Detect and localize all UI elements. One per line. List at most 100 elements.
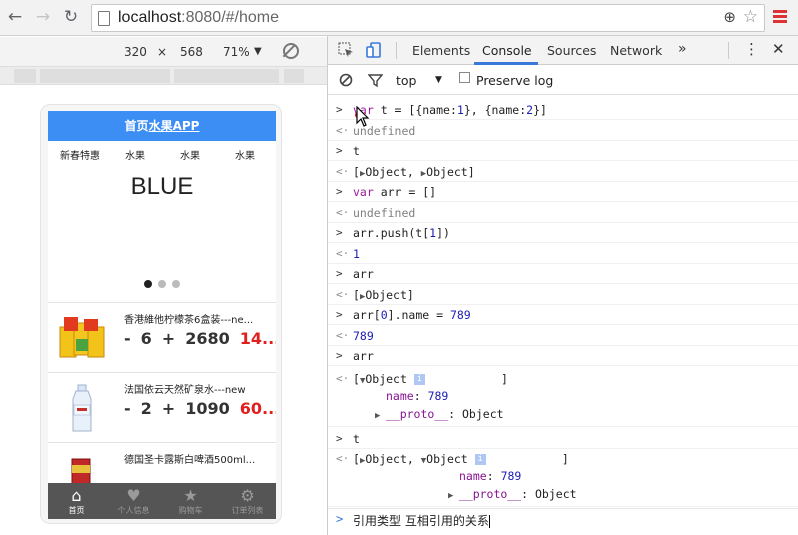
carousel-dot[interactable] [158,280,166,288]
decrement-button[interactable]: - [124,329,131,348]
device-toolbar: 320 × 568 71% ▼ [0,37,327,67]
category-item[interactable]: 水果 [180,147,200,162]
header-app-link[interactable]: 水果APP [149,119,200,133]
browser-toolbar: ← → ↻ localhost:8080/#/home ⊕ ☆ [0,0,798,36]
tab-label: 首页 [68,506,85,515]
prompt-chevron-icon: > [336,226,343,239]
proto-property[interactable]: ▶ __proto__: Object [375,407,504,421]
preserve-log-checkbox[interactable] [459,72,470,83]
banner-carousel[interactable]: BLUE [48,163,276,303]
mouse-cursor-icon [356,106,370,127]
proto-property[interactable]: ▶ __proto__: Object [448,487,577,501]
tab-profile[interactable]: ♥ 个人信息 [105,483,162,519]
prompt-chevron-icon: > [336,103,343,116]
url-text[interactable]: localhost:8080/#/home [118,9,279,27]
object-property: name: 789 [386,389,449,403]
device-mode-icon[interactable] [366,42,382,58]
product-item[interactable]: 香港維他柠檬茶6盒装---ne... -6 +2680 14... [48,303,276,373]
prompt-chevron-icon: > [336,308,343,321]
console-output-line: <· [▶Object] [328,285,798,305]
category-item[interactable]: 水果 [235,147,255,162]
filter-icon[interactable] [368,73,383,88]
quantity-stepper: -2 +1090 60... [124,399,276,418]
zoom-caret-icon[interactable]: ▼ [254,46,262,57]
console-output: > var t = [{name:1}, {name:2}] <· undefined… [328,96,798,535]
home-icon: ⌂ [71,486,82,505]
console-text[interactable]: arr [353,267,374,281]
console-text[interactable]: arr.push(t[1]) [353,226,450,240]
console-text[interactable]: var arr = [] [353,185,436,199]
category-item[interactable]: 水果 [125,147,145,162]
zoom-icon[interactable]: ⊕ [723,8,736,26]
console-text[interactable]: [▼Object i ] [353,372,508,386]
console-text[interactable]: [▶Object] [353,288,414,302]
page-icon [98,11,110,26]
prompt-chevron-icon: > [336,512,344,526]
carousel-dot[interactable] [144,280,152,288]
app-header: 首页水果APP [48,111,276,141]
tab-orders[interactable]: ⚙ 订单列表 [219,483,276,519]
device-height[interactable]: 568 [180,45,203,59]
output-gutter-icon: <· [336,452,350,465]
output-gutter-icon: <· [336,205,350,219]
console-text[interactable]: t [353,432,360,446]
console-input[interactable]: 引用类型 互相引用的关系 [353,512,490,529]
console-text[interactable]: undefined [353,206,415,220]
tab-network[interactable]: Network [610,43,662,58]
console-text[interactable]: arr [353,349,374,363]
preserve-log-label: Preserve log [476,73,554,88]
tab-home[interactable]: ⌂ 首页 [48,483,105,519]
reload-icon[interactable]: ↻ [60,6,82,28]
tab-console[interactable]: Console [482,43,532,58]
console-text[interactable]: t [353,144,360,158]
context-select[interactable]: top [396,73,416,88]
more-tabs-icon[interactable]: » [678,41,687,57]
tab-elements[interactable]: Elements [412,43,470,58]
object-property: name: 789 [459,469,522,483]
prompt-chevron-icon: > [336,349,343,362]
kebab-menu-icon[interactable]: ⋮ [744,40,759,58]
device-width[interactable]: 320 [124,45,147,59]
console-text[interactable]: [▶Object, ▼Object i ] [353,452,569,466]
url-path: :8080/#/home [181,9,280,26]
inspect-element-icon[interactable] [338,42,354,58]
app-tab-bar: ⌂ 首页 ♥ 个人信息 ★ 购物车 ⚙ 订单列表 [48,483,276,519]
address-bar[interactable]: localhost:8080/#/home ⊕ ☆ [91,4,765,32]
console-input-line: > arr[0].name = 789 [328,305,798,325]
clear-console-icon[interactable] [339,73,353,87]
close-icon[interactable]: ✕ [772,40,785,58]
back-icon[interactable]: ← [4,6,26,28]
console-output-line: <· 1 [328,244,798,264]
context-caret-icon[interactable]: ▼ [435,75,442,85]
console-text[interactable]: var t = [{name:1}, {name:2}] [353,103,547,117]
console-prompt[interactable]: > 引用类型 互相引用的关系 [328,508,798,530]
tab-sources[interactable]: Sources [547,43,596,58]
forward-icon[interactable]: → [32,6,54,28]
console-text[interactable]: 789 [353,329,374,343]
console-text[interactable]: 1 [353,247,360,261]
console-text[interactable]: [▶Object, ▶Object] [353,165,475,179]
stock-count: 2680 [185,329,230,348]
tab-cart[interactable]: ★ 购物车 [162,483,219,519]
stock-count: 1090 [185,399,230,418]
console-text[interactable]: arr[0].name = 789 [353,308,471,322]
decrement-button[interactable]: - [124,399,131,418]
banner-text: BLUE [130,173,194,200]
rotate-icon[interactable] [283,43,299,59]
app-screen: 首页水果APP 新春特惠 水果 水果 水果 BLUE 香港維他柠檬茶6盒装---… [48,111,276,519]
gear-icon: ⚙ [240,486,255,505]
product-price: 14... [239,329,276,348]
increment-button[interactable]: + [162,399,175,418]
tab-label: 个人信息 [117,506,150,515]
chrome-menu-icon[interactable] [773,10,787,24]
bookmark-star-icon[interactable]: ☆ [743,7,758,27]
zoom-select[interactable]: 71% [223,45,250,59]
category-item[interactable]: 新春特惠 [60,147,100,162]
console-output-line: <· [▶Object, ▼Object i ] name: 789 ▶ __p… [328,449,798,507]
carousel-dot[interactable] [172,280,180,288]
product-item[interactable]: 法国依云天然矿泉水---new -2 +1090 60... [48,373,276,443]
tab-label: 订单列表 [231,506,264,515]
url-host: localhost [118,9,182,26]
increment-button[interactable]: + [162,329,175,348]
product-price: 60... [239,399,276,418]
